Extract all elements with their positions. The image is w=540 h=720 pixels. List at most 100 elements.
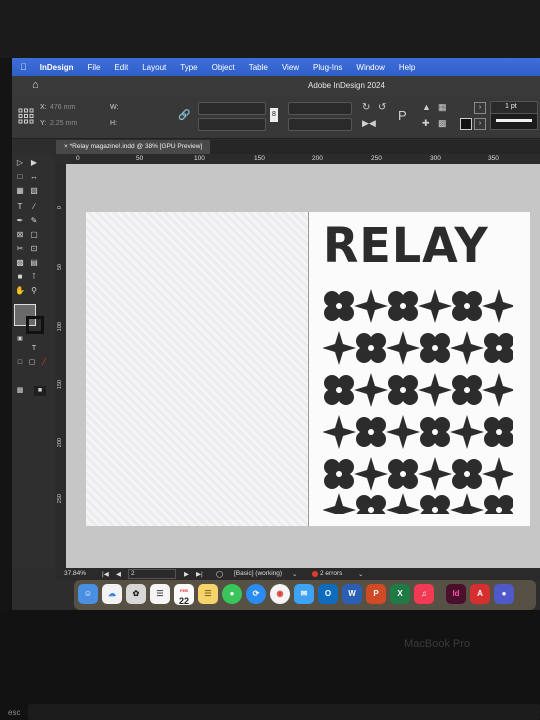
menu-type[interactable]: Type xyxy=(173,63,204,72)
scissors-tool-icon[interactable]: ✂ xyxy=(14,244,26,254)
gradient-feather-tool-icon[interactable]: ▤ xyxy=(28,258,40,268)
apply-color-icon[interactable]: □ xyxy=(14,358,26,368)
indesign-icon[interactable]: Id xyxy=(446,584,466,604)
page-tool-icon[interactable]: □ xyxy=(14,172,26,182)
selection-container-icon[interactable]: P xyxy=(398,108,407,123)
pen-tool-icon[interactable]: ✒ xyxy=(14,216,26,226)
last-page-icon[interactable]: ▶| xyxy=(196,570,203,578)
gradient-tool-icon[interactable]: ▩ xyxy=(14,258,26,268)
rectangle-frame-tool-icon[interactable]: ⊠ xyxy=(14,230,26,240)
menu-edit[interactable]: Edit xyxy=(107,63,135,72)
normal-mode-icon[interactable]: ▩ xyxy=(14,386,26,396)
music-icon[interactable]: ♫ xyxy=(414,584,434,604)
chevron-down-icon[interactable]: ⌄ xyxy=(292,570,297,578)
next-icon[interactable]: › xyxy=(474,118,486,130)
safari-icon[interactable]: ⟳ xyxy=(246,584,266,604)
word-icon[interactable]: W xyxy=(342,584,362,604)
flip-horizontal-icon[interactable]: ▶◀ xyxy=(362,118,376,129)
content-placer-icon[interactable]: ▧ xyxy=(28,186,40,196)
align-icon[interactable]: ▲ xyxy=(422,102,431,112)
menu-object[interactable]: Object xyxy=(205,63,242,72)
relay-headline[interactable]: RELAY xyxy=(323,221,489,269)
menu-plugins[interactable]: Plug-Ins xyxy=(306,63,349,72)
document-tab[interactable]: × *Relay magazine!.indd @ 38% [GPU Previ… xyxy=(56,140,211,154)
close-icon[interactable]: × xyxy=(64,143,68,150)
ruler-tick-label: 50 xyxy=(57,264,63,271)
preflight-profile[interactable]: [Basic] (working) xyxy=(234,570,282,577)
apple-icon[interactable]:  xyxy=(12,62,33,72)
chevron-down-icon[interactable]: ⌄ xyxy=(358,570,363,578)
preview-mode-icon[interactable]: ■ xyxy=(34,386,46,396)
constrain-link-icon[interactable]: 🔗 xyxy=(178,110,190,121)
scale-y-field[interactable] xyxy=(198,118,266,131)
left-page[interactable] xyxy=(86,212,308,526)
eyedropper-tool-icon[interactable]: ⊺ xyxy=(28,272,40,282)
type-tool-icon[interactable]: T xyxy=(14,202,26,212)
rotate-icon[interactable]: ↻ xyxy=(362,102,370,113)
pencil-tool-icon[interactable]: ✎ xyxy=(28,216,40,226)
calendar-icon[interactable]: FEB 22 xyxy=(174,584,194,606)
apply-none-icon[interactable]: ╱ xyxy=(38,358,50,368)
right-page[interactable]: RELAY xyxy=(309,212,530,526)
first-page-icon[interactable]: |◀ xyxy=(102,570,109,578)
home-icon[interactable]: ⌂ xyxy=(32,79,39,91)
teams-icon[interactable]: ● xyxy=(494,584,514,604)
powerpoint-icon[interactable]: P xyxy=(366,584,386,604)
zoom-level[interactable]: 37.84% xyxy=(64,570,86,577)
outlook-icon[interactable]: O xyxy=(318,584,338,604)
hand-tool-icon[interactable]: ✋ xyxy=(14,286,26,296)
free-transform-tool-icon[interactable]: ⊡ xyxy=(28,244,40,254)
x-field[interactable]: 476 mm xyxy=(50,104,75,111)
icloud-icon[interactable]: ☁ xyxy=(102,584,122,604)
rotation-field[interactable] xyxy=(288,102,352,115)
menu-file[interactable]: File xyxy=(81,63,108,72)
select-next-icon[interactable]: ✚ xyxy=(422,118,430,129)
chrome-icon[interactable]: ◉ xyxy=(270,584,290,604)
previous-page-icon[interactable]: ◀ xyxy=(116,570,121,578)
finder-icon[interactable]: ☺ xyxy=(78,584,98,604)
messages-icon[interactable]: ● xyxy=(222,584,242,604)
stroke-swatch[interactable] xyxy=(26,316,44,334)
rectangle-tool-icon[interactable]: ▢ xyxy=(28,230,40,240)
excel-icon[interactable]: X xyxy=(390,584,410,604)
next-icon[interactable]: › xyxy=(474,102,486,114)
ruler-tick-label: 100 xyxy=(57,322,63,332)
selection-tool-icon[interactable]: ▷ xyxy=(14,158,26,168)
chatgpt-icon[interactable]: ✿ xyxy=(126,584,146,604)
menu-layout[interactable]: Layout xyxy=(135,63,173,72)
menu-window[interactable]: Window xyxy=(349,63,391,72)
fill-icon[interactable]: ▩ xyxy=(438,118,447,129)
line-tool-icon[interactable]: ∕ xyxy=(28,202,40,212)
menu-view[interactable]: View xyxy=(275,63,306,72)
apply-gradient-icon[interactable]: ▢ xyxy=(26,358,38,368)
acrobat-icon[interactable]: A xyxy=(470,584,490,604)
next-page-icon[interactable]: ▶ xyxy=(184,570,189,578)
reference-point-icon[interactable] xyxy=(18,108,34,124)
note-tool-icon[interactable]: ■ xyxy=(14,272,26,282)
scale-x-field[interactable] xyxy=(198,102,266,115)
menu-table[interactable]: Table xyxy=(242,63,275,72)
y-field[interactable]: 2.25 mm xyxy=(50,120,77,127)
rotate-ccw-icon[interactable]: ↺ xyxy=(378,102,386,113)
app-menu[interactable]: InDesign xyxy=(33,63,81,72)
formatting-text-icon[interactable]: T xyxy=(28,344,40,354)
zoom-tool-icon[interactable]: ⚲ xyxy=(28,286,40,296)
content-collector-icon[interactable]: ▦ xyxy=(14,186,26,196)
mail-icon[interactable]: ✉ xyxy=(294,584,314,604)
constrain-proportions-icon[interactable]: 8 xyxy=(270,108,278,122)
notes-icon[interactable]: ☰ xyxy=(198,584,218,604)
shear-field[interactable] xyxy=(288,118,352,131)
distribute-icon[interactable]: ▦ xyxy=(438,102,447,113)
pasteboard[interactable]: RELAY xyxy=(66,164,540,568)
clover-pattern-artwork[interactable] xyxy=(323,282,513,514)
preflight-errors[interactable]: 2 errors xyxy=(320,570,342,577)
default-colors-icon[interactable]: ▣ xyxy=(14,334,26,344)
gap-tool-icon[interactable]: ↔ xyxy=(28,172,40,182)
menu-help[interactable]: Help xyxy=(392,63,422,72)
direct-selection-tool-icon[interactable]: ▶ xyxy=(28,158,40,168)
reminders-icon[interactable]: ☰ xyxy=(150,584,170,604)
stroke-color-swatch[interactable] xyxy=(460,118,472,130)
preflight-icon[interactable]: ◯ xyxy=(216,570,223,578)
page-number-field[interactable]: 2 xyxy=(128,569,176,579)
page-spread[interactable]: RELAY xyxy=(86,212,530,526)
